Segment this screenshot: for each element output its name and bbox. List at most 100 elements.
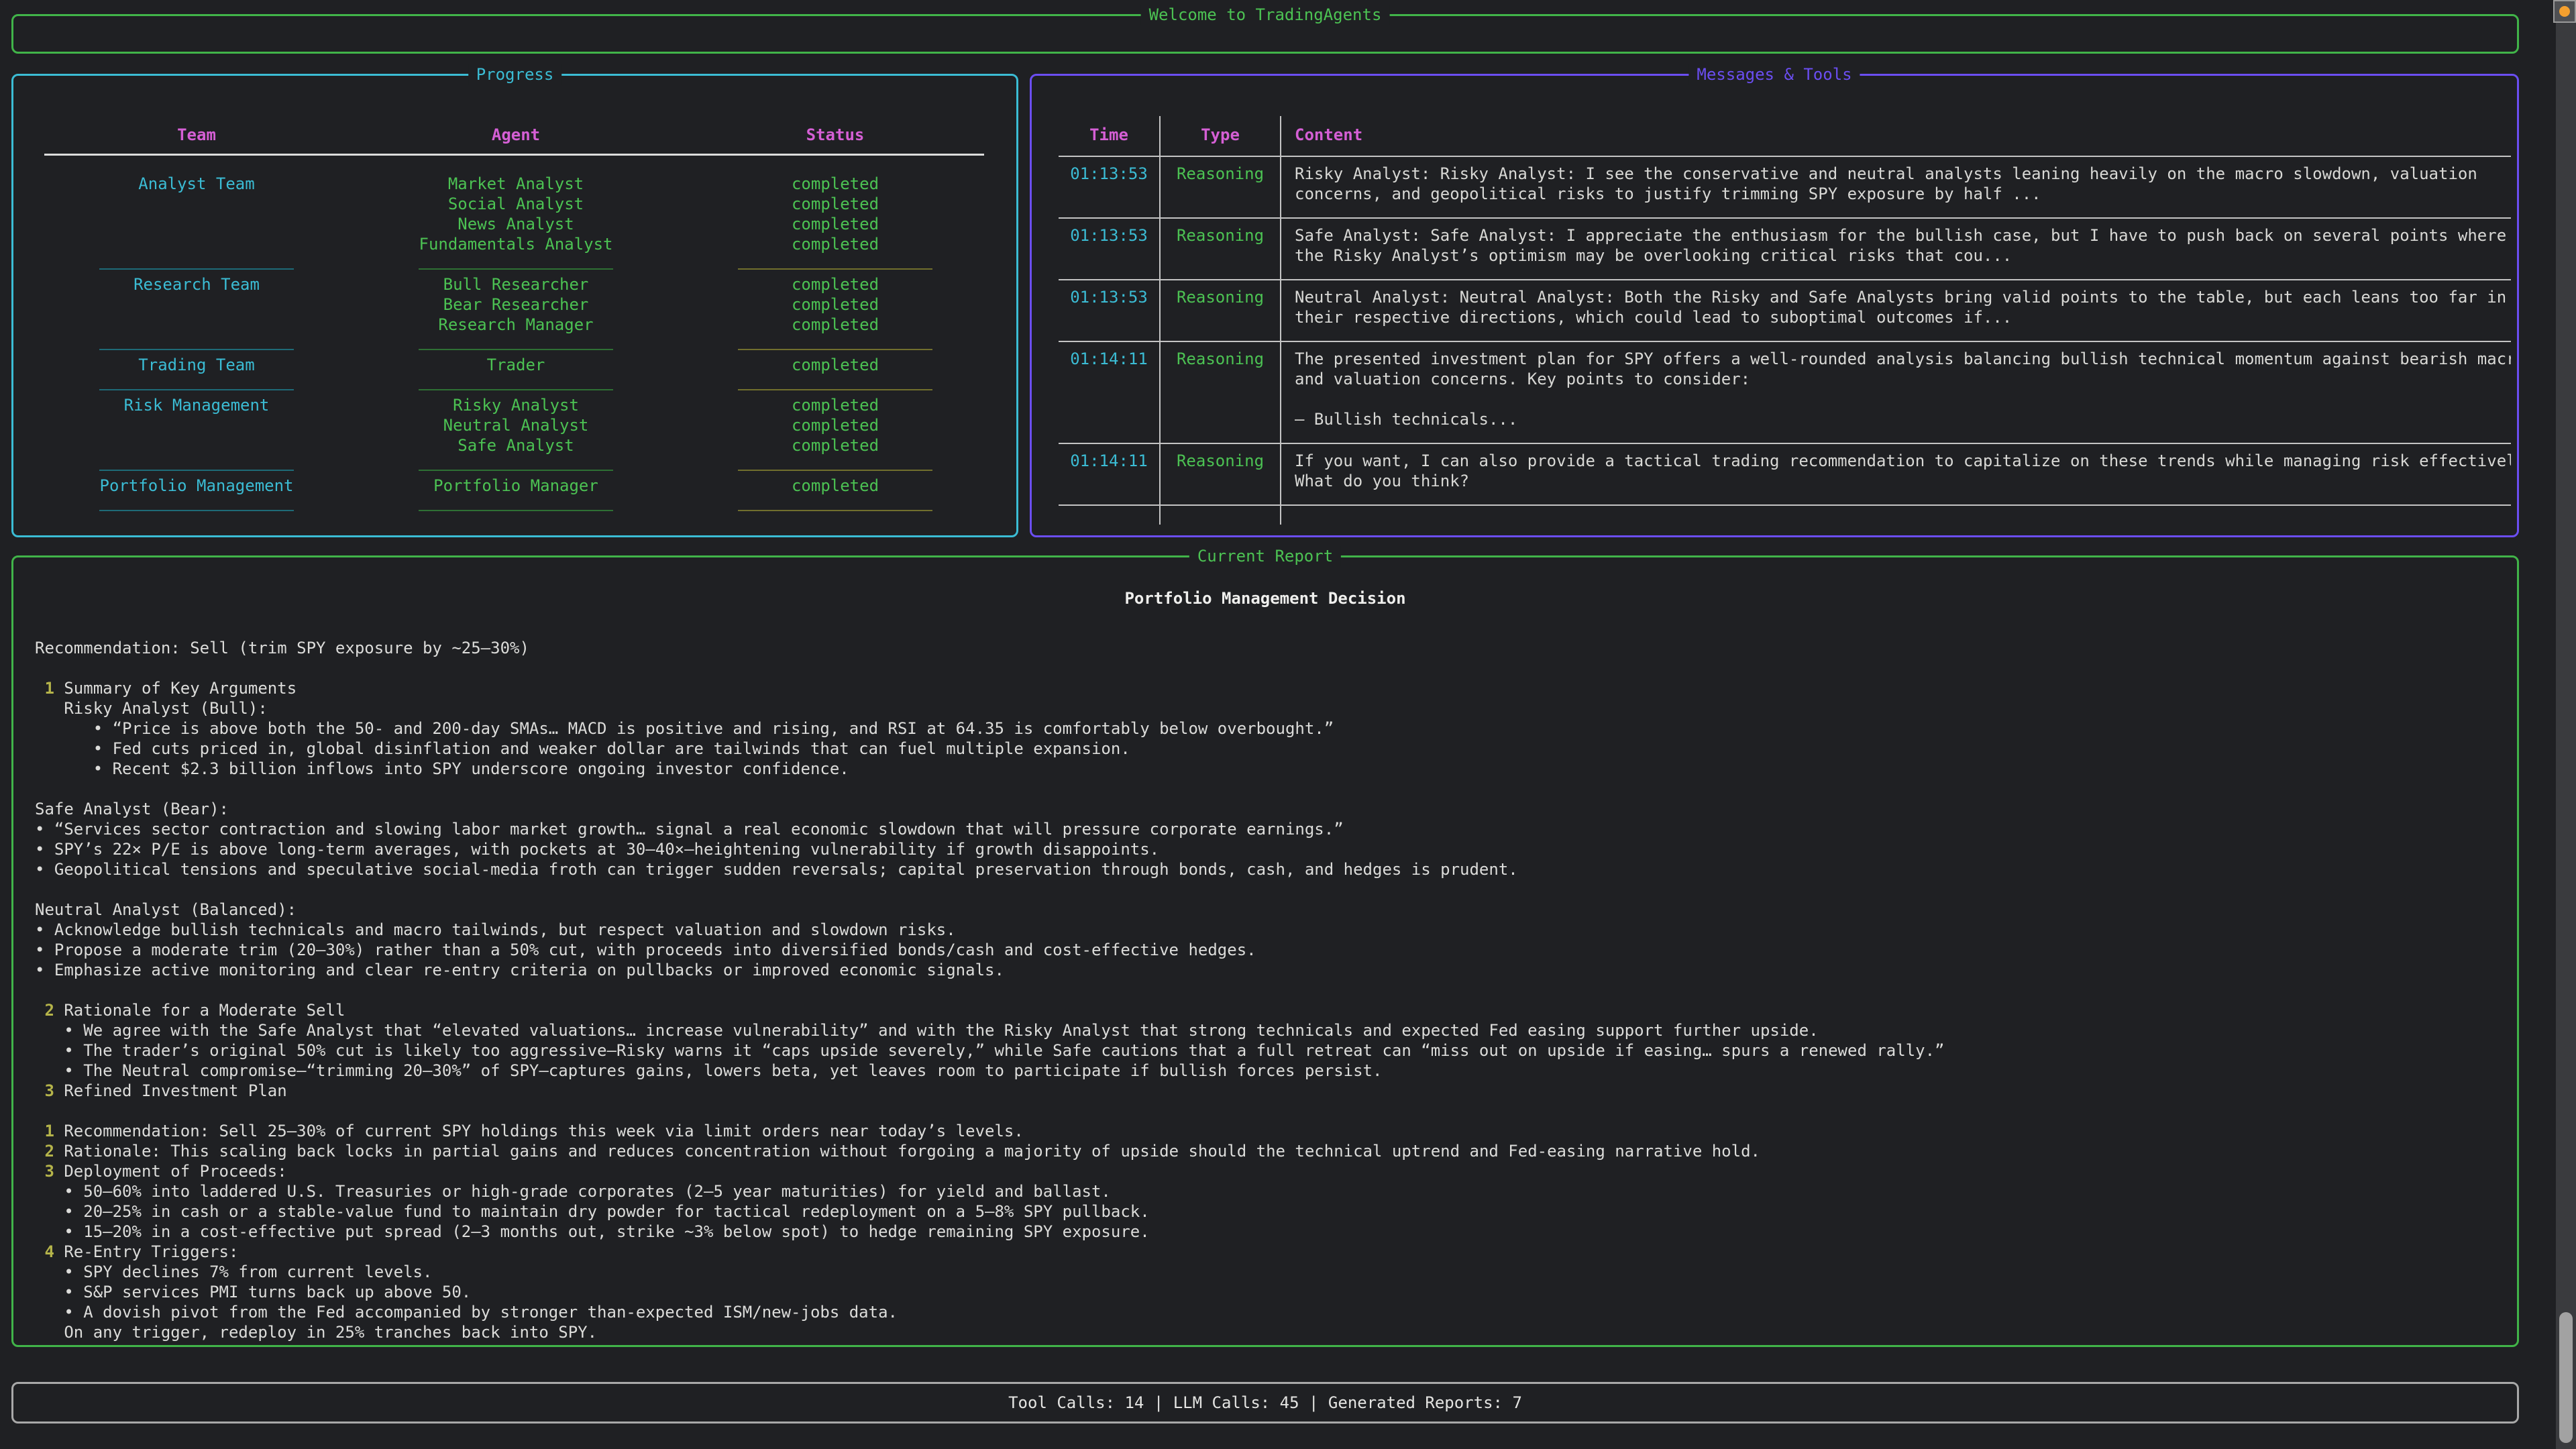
report-text: • Recent $2.3 billion inflows into SPY u… [35,759,849,778]
report-text: • 15–20% in a cost-effective put spread … [35,1222,1150,1241]
list-number: 3 [35,1081,64,1100]
messages-panel: Messages & Tools Time Type Content 01:13… [1030,74,2519,537]
separator-line [738,389,932,390]
team-cell [69,315,324,335]
scroll-top-button[interactable] [2553,0,2576,23]
tail-cell [1161,506,1281,525]
report-line: • Emphasize active monitoring and clear … [35,960,2517,980]
agent-cell: Social Analyst [388,194,643,214]
message-content: If you want, I can also provide a tactic… [1281,444,2511,504]
message-time: 01:14:11 [1059,342,1161,443]
agent-cell: Fundamentals Analyst [388,234,643,254]
team-cell: Research Team [69,274,324,294]
report-line [35,1101,2517,1121]
report-text: • Fed cuts priced in, global disinflatio… [35,739,1130,758]
progress-panel: Progress Team Agent Status Analyst TeamM… [11,74,1018,537]
separator-line [99,268,294,270]
list-number: 2 [35,1001,64,1020]
list-number: 1 [35,679,64,698]
messages-panel-title: Messages & Tools [1688,64,1860,85]
separator-line [99,510,294,511]
agent-cell: Bull Researcher [388,274,643,294]
list-number: 3 [35,1162,64,1181]
report-line: 4 Re-Entry Triggers: [35,1242,2517,1262]
report-text: On any trigger, redeploy in 25% tranches… [35,1323,597,1342]
status-cell: completed [708,174,963,194]
column-header-type: Type [1161,116,1281,156]
report-line [35,980,2517,1000]
separator-cell [388,380,643,390]
separator-cell [708,500,963,511]
separator-cell [69,339,324,350]
list-number: 2 [35,1142,64,1161]
progress-table-row: Analyst TeamMarket Analystcompleted [69,174,984,194]
separator-cell [388,460,643,471]
message-row: 01:13:53ReasoningRisky Analyst: Risky An… [1059,156,2511,217]
messages-table-body: 01:13:53ReasoningRisky Analyst: Risky An… [1059,156,2511,525]
tail-cell [1059,506,1161,525]
report-text: Refined Investment Plan [64,1081,286,1100]
progress-table-row: Trading TeamTradercompleted [69,355,984,375]
report-text: • A dovish pivot from the Fed accompanie… [35,1303,898,1322]
list-number: 4 [35,1242,64,1261]
report-text: Recommendation: Sell (trim SPY exposure … [35,639,529,657]
report-line: 2 Rationale: This scaling back locks in … [35,1141,2517,1161]
column-header-team: Team [69,125,324,145]
separator-cell [708,339,963,350]
report-line: • “Price is above both the 50- and 200-d… [35,718,2517,739]
status-cell: completed [708,476,963,496]
agent-cell: Neutral Analyst [388,415,643,435]
message-time: 01:13:53 [1059,280,1161,341]
message-type: Reasoning [1161,157,1281,217]
column-header-agent: Agent [388,125,643,145]
scrollbar-track[interactable] [2556,0,2576,1449]
separator-line [419,349,613,350]
report-text: • The Neutral compromise—“trimming 20–30… [35,1061,1382,1080]
messages-table: Time Type Content 01:13:53ReasoningRisky… [1059,116,2511,525]
report-line [35,879,2517,900]
separator-cell [708,460,963,471]
column-header-content: Content [1281,116,2511,156]
report-text: • 50–60% into laddered U.S. Treasuries o… [35,1182,1111,1201]
report-line: • 15–20% in a cost-effective put spread … [35,1222,2517,1242]
scrollbar-thumb[interactable] [2559,1312,2573,1443]
status-cell: completed [708,395,963,415]
agent-cell: Trader [388,355,643,375]
report-line: • The trader’s original 50% cut is likel… [35,1040,2517,1061]
report-line: • 50–60% into laddered U.S. Treasuries o… [35,1181,2517,1201]
separator-line [99,349,294,350]
report-line: • SPY’s 22× P/E is above long-term avera… [35,839,2517,859]
progress-table-row: Risk ManagementRisky Analystcompleted [69,395,984,415]
separator-line [419,470,613,471]
progress-table-row: News Analystcompleted [69,214,984,234]
separator-cell [388,500,643,511]
team-cell [69,435,324,455]
report-body: Recommendation: Sell (trim SPY exposure … [35,638,2517,1342]
message-time: 01:13:53 [1059,219,1161,279]
table-tail [1059,504,2511,525]
report-text: • We agree with the Safe Analyst that “e… [35,1021,1819,1040]
message-time: 01:13:53 [1059,157,1161,217]
status-cell: completed [708,294,963,315]
group-separator [69,335,984,355]
separator-cell [708,259,963,270]
group-separator [69,496,984,516]
report-text: • Emphasize active monitoring and clear … [35,961,1004,979]
report-text: Rationale: This scaling back locks in pa… [64,1142,1760,1161]
message-content: Safe Analyst: Safe Analyst: I appreciate… [1281,219,2511,279]
report-text: • Propose a moderate trim (20–30%) rathe… [35,941,1256,959]
report-text: Safe Analyst (Bear): [35,800,229,818]
report-line: • 20–25% in cash or a stable-value fund … [35,1201,2517,1222]
progress-table-row: Safe Analystcompleted [69,435,984,455]
status-cell: completed [708,415,963,435]
separator-line [99,470,294,471]
message-row: 01:14:11ReasoningIf you want, I can also… [1059,443,2511,504]
report-line: • A dovish pivot from the Fed accompanie… [35,1302,2517,1322]
report-line: 1 Summary of Key Arguments [35,678,2517,698]
report-heading: Portfolio Management Decision [13,588,2517,608]
report-panel-title: Current Report [1189,546,1341,566]
progress-table-row: Research Managercompleted [69,315,984,335]
separator-line [99,389,294,390]
progress-table-row: Neutral Analyst completed [69,415,984,435]
report-line: On any trigger, redeploy in 25% tranches… [35,1322,2517,1342]
